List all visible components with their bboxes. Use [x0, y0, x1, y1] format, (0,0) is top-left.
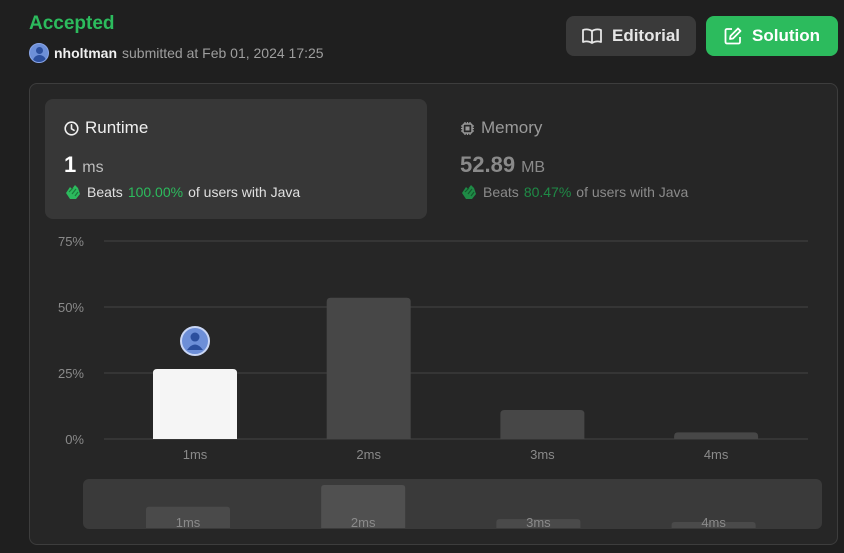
clock-icon [64, 120, 79, 136]
solution-button[interactable]: Solution [706, 16, 838, 56]
chip-icon [461, 121, 474, 135]
memory-beats-prefix: Beats [483, 184, 519, 200]
user-avatar[interactable] [29, 43, 49, 63]
runtime-unit: ms [82, 159, 104, 176]
runtime-title: Runtime [85, 118, 149, 137]
edit-icon [724, 27, 742, 45]
runtime-beats-percent: 100.00% [127, 184, 184, 200]
runtime-beats-suffix: of users with Java [188, 184, 301, 200]
clapping-hands-icon [462, 185, 476, 199]
memory-header: Memory [460, 118, 792, 138]
memory-beats-suffix: of users with Java [576, 184, 689, 200]
submitted-timestamp: submitted at Feb 01, 2024 17:25 [122, 45, 324, 61]
memory-value-row: 52.89 MB [460, 152, 792, 178]
memory-value: 52.89 [460, 152, 516, 177]
runtime-card[interactable]: Runtime 1 ms Beats 100.00% of users with… [45, 99, 427, 219]
runtime-beats-prefix: Beats [87, 184, 123, 200]
clapping-hands-icon [66, 185, 80, 199]
editorial-button-label: Editorial [611, 26, 680, 45]
memory-beats: Beats 80.47% of users with Java [460, 184, 792, 200]
submission-status: Accepted [29, 13, 115, 34]
runtime-beats: Beats 100.00% of users with Java [64, 184, 408, 200]
runtime-value-row: 1 ms [64, 152, 408, 178]
book-open-icon [582, 28, 602, 44]
memory-beats-percent: 80.47% [523, 184, 572, 200]
solution-button-label: Solution [752, 26, 820, 45]
runtime-value: 1 [64, 152, 77, 177]
memory-title: Memory [481, 118, 543, 137]
runtime-header: Runtime [64, 118, 408, 138]
chart-range-slider[interactable] [83, 479, 822, 529]
memory-card[interactable]: Memory 52.89 MB Beats 80.47% of users wi… [441, 99, 811, 219]
submission-info: nholtman submitted at Feb 01, 2024 17:25 [29, 43, 324, 63]
editorial-button[interactable]: Editorial [566, 16, 696, 56]
result-panel: Runtime 1 ms Beats 100.00% of users with… [29, 83, 838, 545]
memory-unit: MB [521, 159, 546, 176]
username-link[interactable]: nholtman [54, 45, 117, 61]
